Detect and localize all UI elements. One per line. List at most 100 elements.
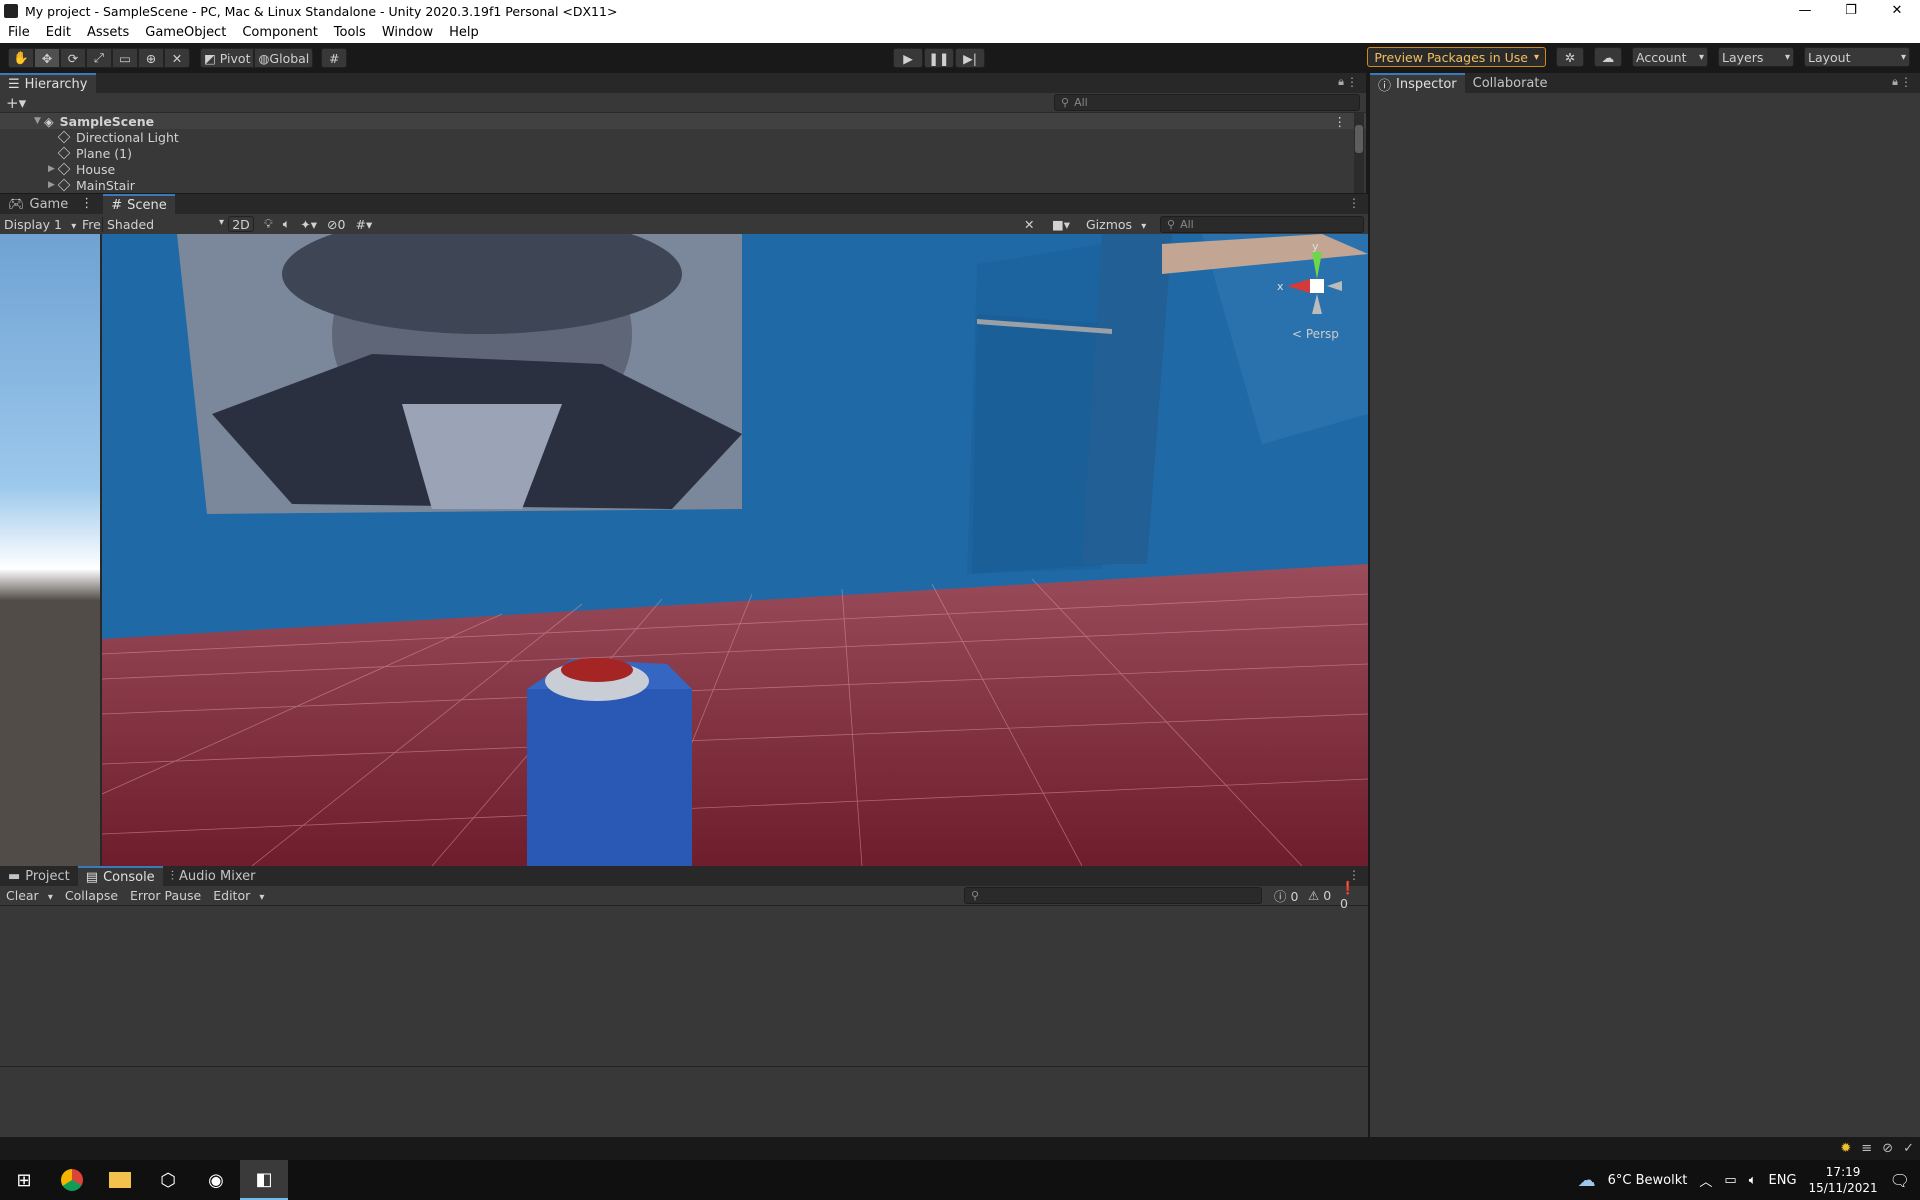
custom-tool-icon[interactable]: ✕ — [164, 48, 190, 68]
kebab-menu-icon[interactable]: ⋮ — [1346, 75, 1358, 89]
lighting-icon[interactable]: 💡︎ — [264, 216, 273, 232]
audio-icon[interactable]: 🔈︎ — [283, 216, 291, 232]
scene-menu-icon[interactable]: ⋮ — [1334, 114, 1347, 129]
grid-toggle-icon[interactable]: #▾ — [355, 217, 372, 232]
tab-inspector[interactable]: ⓘ Inspector — [1370, 73, 1465, 94]
pause-button[interactable]: ❚❚ — [924, 48, 954, 68]
chevron-up-icon[interactable]: ︿ — [1699, 1171, 1712, 1190]
kebab-menu-icon[interactable]: ⋮ — [1348, 196, 1360, 210]
menu-edit[interactable]: Edit — [38, 25, 79, 40]
database-icon[interactable]: ≡ — [1861, 1141, 1872, 1156]
editor-dropdown[interactable]: Editor — [207, 888, 270, 903]
scene-search-input[interactable]: ⚲ All — [1160, 215, 1364, 233]
volume-icon[interactable]: 🔈︎ — [1749, 1173, 1757, 1188]
visibility-icon[interactable]: ⊘ — [327, 217, 337, 232]
clear-button[interactable]: Clear — [0, 888, 59, 903]
hierarchy-search-input[interactable]: ⚲ All — [1054, 94, 1360, 111]
menu-gameobject[interactable]: GameObject — [137, 25, 234, 40]
grid-snap-button[interactable]: # — [321, 48, 348, 68]
unity-hub-icon[interactable]: ⬡ — [144, 1160, 192, 1200]
lock-icon[interactable]: 🔒︎ — [1892, 75, 1898, 89]
tab-scene[interactable]: # Scene — [103, 194, 175, 214]
weather-text[interactable]: 6°C Bewolkt — [1608, 1173, 1688, 1188]
layout-dropdown[interactable]: Layout — [1804, 47, 1910, 67]
log-count-button[interactable]: ⓘ 0 — [1268, 886, 1304, 905]
menu-tools[interactable]: Tools — [326, 25, 374, 40]
hand-tool-icon[interactable]: ✋ — [8, 48, 34, 68]
expand-arrow-icon[interactable]: ▶ — [48, 164, 58, 174]
windows-start-icon[interactable]: ⊞ — [0, 1160, 48, 1200]
layers-dropdown[interactable]: Layers — [1718, 47, 1794, 67]
scene-row[interactable]: ▼ ◈ SampleScene ⋮ — [0, 113, 1366, 129]
scene-render[interactable]: x y < Persp — [102, 234, 1368, 866]
menu-window[interactable]: Window — [374, 25, 441, 40]
step-button[interactable]: ▶| — [955, 48, 985, 68]
list-item[interactable]: Directional Light — [0, 129, 1366, 145]
account-dropdown[interactable]: Account — [1632, 47, 1708, 67]
effects-icon[interactable]: ✦▾ — [300, 217, 317, 232]
tab-game[interactable]: 🎮︎ Game — [0, 194, 76, 214]
list-item[interactable]: ▶ House — [0, 161, 1366, 177]
file-explorer-icon[interactable] — [96, 1160, 144, 1200]
item-label: House — [76, 161, 116, 177]
notifications-icon[interactable]: 🗨︎ — [1890, 1171, 1910, 1190]
project-tab-label: Project — [25, 868, 70, 884]
create-button[interactable]: +▾ — [6, 94, 26, 112]
pivot-button[interactable]: ◩ Pivot — [200, 48, 255, 68]
language-indicator[interactable]: ENG — [1769, 1173, 1797, 1188]
2d-toggle[interactable]: 2D — [228, 216, 254, 232]
check-icon[interactable]: ✓ — [1903, 1141, 1914, 1156]
tools-icon[interactable]: ✕ — [1024, 217, 1034, 232]
rotate-tool-icon[interactable]: ⟳ — [60, 48, 86, 68]
unity-editor-icon[interactable]: ◧ — [240, 1160, 288, 1200]
transform-tool-icon[interactable]: ⊕ — [138, 48, 164, 68]
scale-tool-icon[interactable]: ⤢ — [86, 48, 112, 68]
tab-console[interactable]: ▤ Console — [77, 866, 163, 886]
restore-button[interactable]: ❐ — [1828, 0, 1874, 22]
game-menu-icon[interactable]: ⋮ — [80, 196, 93, 211]
menu-assets[interactable]: Assets — [79, 25, 137, 40]
collab-icon[interactable]: ⊘ — [1882, 1141, 1893, 1156]
tab-collaborate[interactable]: Collaborate — [1465, 73, 1556, 93]
steam-icon[interactable]: ◉ — [192, 1160, 240, 1200]
tab-project[interactable]: ▬ Project — [0, 866, 78, 886]
close-button[interactable]: ✕ — [1874, 0, 1920, 22]
list-item[interactable]: ▶ MainStair — [0, 177, 1366, 193]
services-icon[interactable]: ✲ — [1556, 47, 1584, 67]
tab-audio-mixer[interactable]: ⫶ Audio Mixer — [163, 866, 264, 886]
expand-arrow-icon[interactable]: ▶ — [48, 180, 58, 190]
minimize-button[interactable]: — — [1782, 0, 1828, 22]
list-item[interactable]: Plane (1) — [0, 145, 1366, 161]
collapse-button[interactable]: Collapse — [59, 888, 124, 903]
error-count-button[interactable]: ❗ 0 — [1334, 880, 1368, 911]
global-button[interactable]: ◍ Global — [254, 48, 314, 68]
rect-tool-icon[interactable]: ▭ — [112, 48, 138, 68]
button-pedestal[interactable] — [527, 689, 692, 866]
error-pause-button[interactable]: Error Pause — [124, 888, 207, 903]
expand-arrow-icon[interactable]: ▼ — [34, 116, 44, 126]
network-icon[interactable]: ▭ — [1724, 1173, 1736, 1188]
menu-help[interactable]: Help — [441, 25, 487, 40]
warning-status-icon[interactable]: ✹ — [1840, 1141, 1851, 1156]
clock[interactable]: 17:19 15/11/2021 — [1809, 1164, 1878, 1196]
play-button[interactable]: ▶ — [893, 48, 923, 68]
lock-icon[interactable]: 🔒︎ — [1338, 75, 1344, 89]
move-tool-icon[interactable]: ✥ — [34, 48, 60, 68]
tab-hierarchy[interactable]: ☰ Hierarchy — [0, 73, 96, 93]
menu-file[interactable]: File — [0, 25, 38, 40]
hierarchy-scrollbar[interactable] — [1354, 113, 1364, 193]
game-view-preview[interactable] — [0, 234, 100, 866]
menu-component[interactable]: Component — [234, 25, 325, 40]
camera-icon[interactable]: ■▾ — [1052, 217, 1070, 232]
preview-packages-button[interactable]: Preview Packages in Use — [1367, 47, 1546, 67]
cloud-icon[interactable]: ☁ — [1594, 47, 1622, 67]
scene-viewport[interactable]: x y < Persp — [102, 234, 1368, 866]
warning-count-button[interactable]: ⚠ 0 — [1302, 888, 1337, 903]
free-aspect-dropdown[interactable]: Fre — [82, 217, 102, 232]
shading-dropdown[interactable]: Shaded — [102, 216, 224, 232]
display-dropdown[interactable]: Display 1 — [0, 217, 82, 232]
console-search-input[interactable]: ⚲ — [964, 887, 1262, 904]
chrome-icon[interactable] — [48, 1160, 96, 1200]
gizmos-dropdown[interactable]: Gizmos — [1086, 217, 1146, 232]
kebab-menu-icon[interactable]: ⋮ — [1900, 75, 1912, 89]
